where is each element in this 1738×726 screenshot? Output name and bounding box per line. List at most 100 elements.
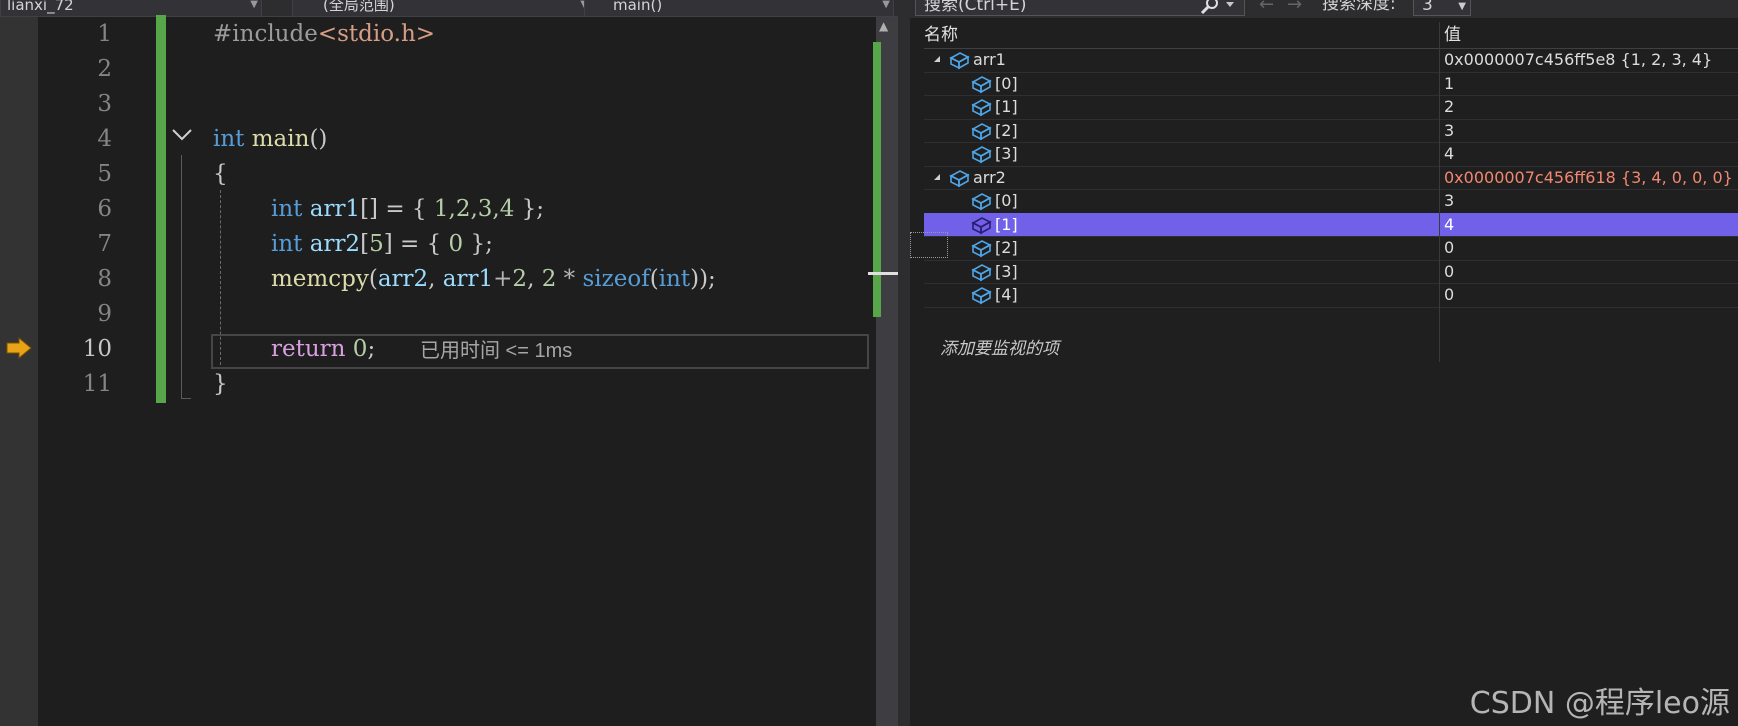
cube-icon [971,75,992,93]
number: 5 [369,231,384,257]
add-watch-row[interactable]: 添加要监视的项 [924,336,1738,362]
watch-toolbar: 搜索(Ctrl+E) ← → 搜索深度: 3 ▼ [910,0,1738,18]
code-line-10[interactable]: return 0; [271,332,375,367]
watch-row-name: arr1 [973,50,1006,69]
chevron-down-icon: ▼ [1458,1,1466,12]
punct: , [527,266,542,292]
watch-row-element[interactable]: [1] 4 [924,212,1738,237]
glyph-margin[interactable] [0,17,38,726]
selection-focus-rect [910,232,948,258]
column-header-value[interactable]: 值 [1444,23,1461,47]
variable: arr1 [442,266,494,292]
navigation-bar: lianxi_72 ▼ (全局范围) ▼ main() ▼ [0,0,908,17]
watch-row-value[interactable]: 0x0000007c456ff618 {3, 4, 0, 0, 0} [1444,166,1733,190]
watch-row-element[interactable]: [2] 0 [924,236,1738,261]
column-divider[interactable] [1439,22,1440,362]
function-dropdown[interactable]: main() ▼ [584,0,894,16]
search-input[interactable]: 搜索(Ctrl+E) [915,0,1245,16]
cube-icon [971,240,992,258]
code-line-6[interactable]: int arr1[] = { 1,2,3,4 }; [271,192,544,227]
search-icon[interactable] [1200,0,1236,14]
cube-icon [971,122,992,140]
watch-row-name: [3] [995,261,1018,281]
keyword: int [658,266,691,292]
cube-icon [971,263,992,281]
watch-row-name: [4] [995,285,1018,304]
watch-row-value[interactable]: 3 [1444,119,1454,143]
watch-row-value[interactable]: 4 [1444,142,1454,166]
watch-row-value[interactable]: 4 [1444,213,1454,237]
scroll-up-arrow-icon[interactable]: ▲ [879,19,888,33]
watch-row-name: arr2 [973,167,1006,187]
function-dropdown-label: main() [613,0,663,14]
current-statement-arrow-icon [6,337,32,359]
search-depth-select[interactable]: 3 ▼ [1413,0,1471,16]
watch-row-value[interactable]: 1 [1444,72,1454,96]
include-header: <stdio.h> [317,21,436,47]
line-number: 6 [97,196,112,222]
punct: }; [463,231,493,257]
code-line-5[interactable]: { [213,157,228,192]
punct: ] = { [383,231,449,257]
project-dropdown-label: lianxi_72 [7,0,74,14]
keyword: int [271,231,303,257]
watch-row-element[interactable]: [2] 3 [924,119,1738,143]
expander-triangle-icon[interactable] [934,56,940,62]
collapse-chevron-icon[interactable] [171,128,193,142]
watch-row-element[interactable]: [1] 2 [924,95,1738,120]
scope-dropdown[interactable]: (全局范围) ▼ [292,0,592,16]
variable: arr2 [309,231,361,257]
number: 0 [352,336,368,362]
search-depth-label: 搜索深度: [1322,0,1396,14]
variable: arr1 [309,196,361,222]
watch-row-value[interactable]: 0 [1444,283,1454,307]
watch-row-name: [0] [995,191,1018,210]
code-line-8[interactable]: memcpy(arr2, arr1+2, 2 * sizeof(int)); [271,262,716,297]
expander-triangle-icon[interactable] [934,173,940,180]
watch-row-element[interactable]: [4] 0 [924,283,1738,308]
cube-icon [949,52,970,70]
line-number: 4 [97,126,112,152]
number-list: 1,2,3,4 [433,196,515,222]
code-line-4[interactable]: int main() [213,122,327,157]
punct: ( [649,266,659,292]
watch-row-value[interactable]: 0x0000007c456ff5e8 {1, 2, 3, 4} [1444,48,1712,72]
code-editor[interactable]: lianxi_72 ▼ (全局范围) ▼ main() ▼ 1 2 3 4 5 … [0,0,908,726]
panel-splitter[interactable] [898,0,910,726]
function-name: memcpy [271,266,369,292]
watch-row-parent[interactable]: arr1 0x0000007c456ff5e8 {1, 2, 3, 4} [924,48,1738,73]
cube-icon [971,216,992,234]
watch-row-name: [1] [995,97,1018,116]
number: 0 [448,231,464,257]
watch-row-name: [2] [995,120,1018,140]
watch-row-parent[interactable]: arr2 0x0000007c456ff618 {3, 4, 0, 0, 0} [924,166,1738,190]
project-dropdown[interactable]: lianxi_72 ▼ [0,0,262,16]
column-header-name[interactable]: 名称 [924,23,958,47]
scope-dropdown-label: (全局范围) [323,0,395,14]
search-depth-value: 3 [1422,0,1433,15]
code-line-7[interactable]: int arr2[5] = { 0 }; [271,227,493,262]
punct: [] = { [360,196,434,222]
keyword: int [271,196,303,222]
scrollbar-caret-marker [868,272,898,275]
back-arrow-icon[interactable]: ← [1259,0,1274,15]
watch-row-name: [0] [995,73,1018,93]
forward-arrow-icon[interactable]: → [1287,0,1302,15]
watch-row-value[interactable]: 0 [1444,236,1454,260]
watch-row-value[interactable]: 3 [1444,189,1454,213]
code-line-1[interactable]: #include<stdio.h> [213,17,435,52]
line-number: 8 [97,266,112,292]
watch-row-element[interactable]: [3] 4 [924,142,1738,167]
watch-row-element[interactable]: [0] 1 [924,72,1738,96]
line-number: 7 [97,231,112,257]
watch-row-element[interactable]: [3] 0 [924,260,1738,284]
keyword: return [271,336,346,362]
watch-row-value[interactable]: 0 [1444,260,1454,284]
perf-tip[interactable]: 已用时间 <= 1ms [420,338,572,364]
watch-row-element[interactable]: [0] 3 [924,189,1738,214]
code-line-11[interactable]: } [213,367,228,402]
line-number: 3 [97,91,112,117]
chevron-down-icon: ▼ [882,0,890,10]
watch-row-value[interactable]: 2 [1444,95,1454,119]
line-number: 11 [82,371,112,397]
